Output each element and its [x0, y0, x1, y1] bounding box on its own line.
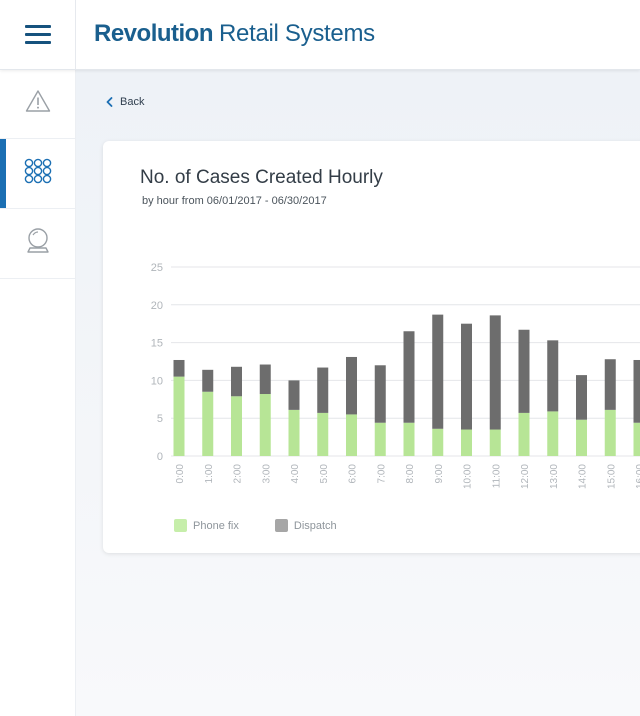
bar-dispatch	[633, 359, 640, 423]
brand-logo-rest: Retail Systems	[219, 20, 375, 47]
x-tick-label: 9:00	[434, 464, 445, 484]
x-tick-label: 15:00	[606, 464, 617, 489]
chevron-left-icon	[106, 97, 113, 107]
crystal-ball-icon	[25, 227, 51, 260]
x-tick-label: 11:00	[491, 464, 502, 489]
bar-dispatch	[317, 367, 329, 413]
y-tick-label: 15	[151, 338, 163, 350]
bar-phone-fix	[576, 419, 587, 456]
bar-phone-fix	[374, 422, 386, 456]
bar-dispatch	[547, 340, 559, 412]
bar-phone-fix	[317, 412, 329, 456]
bar-dispatch	[604, 359, 616, 410]
chart-legend: Phone fix Dispatch	[174, 519, 373, 532]
bar-dispatch	[576, 375, 587, 420]
legend-label: Dispatch	[293, 519, 337, 532]
brand-logo-strong: Revolution	[94, 20, 214, 47]
x-tick-label: 13:00	[549, 464, 560, 489]
hamburger-menu-icon-bar	[25, 41, 51, 44]
x-tick-label: 14:00	[578, 464, 589, 489]
y-tick-label: 20	[151, 300, 163, 312]
bar-phone-fix	[604, 409, 616, 456]
x-tick-label: 2:00	[233, 464, 244, 484]
x-tick-label: 8:00	[405, 464, 416, 484]
legend-label: Phone fix	[193, 519, 239, 532]
bar-dispatch	[231, 366, 242, 397]
x-tick-label: 7:00	[376, 464, 387, 484]
y-tick-label: 5	[157, 413, 163, 425]
main-content: Back No. of Cases Created Hourly by hour…	[76, 70, 640, 716]
back-label: Back	[120, 96, 145, 108]
hamburger-menu-icon-bar	[25, 33, 51, 36]
app-root: Revolution Retail Systems Back No. of Ca…	[0, 0, 640, 716]
hamburger-menu-icon	[25, 25, 51, 28]
x-tick-label: 12:00	[520, 464, 531, 489]
grid-icon	[23, 157, 53, 190]
bar-dispatch	[173, 359, 185, 377]
x-tick-label: 4:00	[290, 464, 301, 484]
bar-phone-fix	[202, 391, 214, 456]
bar-phone-fix	[518, 412, 530, 456]
brand-logo[interactable]: Revolution Retail Systems	[94, 20, 375, 52]
bar-phone-fix	[403, 422, 415, 456]
bar-dispatch	[403, 331, 415, 423]
hamburger-menu-button[interactable]	[0, 0, 76, 69]
bar-phone-fix	[346, 414, 357, 456]
bar-phone-fix	[231, 396, 242, 456]
y-tick-label: 10	[151, 375, 163, 387]
warning-icon	[25, 89, 51, 118]
bar-dispatch	[518, 329, 530, 413]
back-link[interactable]: Back	[106, 96, 144, 108]
x-tick-label: 0:00	[175, 464, 186, 484]
x-tick-label: 5:00	[319, 464, 330, 484]
bar-phone-fix	[173, 376, 185, 456]
bar-phone-fix	[547, 411, 559, 456]
sidebar-item-forecast[interactable]	[0, 209, 76, 279]
bar-dispatch	[288, 380, 300, 410]
bar-phone-fix	[432, 428, 444, 456]
x-tick-label: 6:00	[348, 464, 359, 484]
x-tick-label: 16:00	[635, 464, 640, 489]
bar-phone-fix	[489, 429, 501, 456]
bar-dispatch	[432, 314, 444, 429]
bar-phone-fix	[259, 394, 271, 456]
sidebar-item-alerts[interactable]	[0, 69, 76, 139]
x-tick-label: 3:00	[261, 464, 272, 484]
bar-phone-fix	[288, 409, 300, 456]
legend-item[interactable]: Phone fix	[174, 519, 239, 532]
legend-swatch	[274, 519, 288, 532]
bar-dispatch	[374, 365, 386, 423]
bar-phone-fix	[633, 422, 640, 456]
y-tick-label: 0	[157, 451, 163, 463]
bar-dispatch	[259, 364, 271, 395]
bar-dispatch	[202, 369, 214, 392]
bar-dispatch	[461, 323, 472, 430]
y-tick-label: 25	[151, 262, 163, 274]
x-tick-label: 10:00	[463, 464, 474, 489]
top-header: Revolution Retail Systems	[0, 0, 640, 70]
legend-swatch	[174, 519, 187, 532]
stacked-bar-chart: 0 5 10 15 20 25 0:00 1:00 2:00 3:00 4:00 5:00 6:00 7:…	[151, 262, 640, 489]
sidebar	[0, 69, 76, 716]
legend-item[interactable]: Dispatch	[274, 519, 337, 532]
bar-dispatch	[489, 315, 501, 430]
bar-phone-fix	[461, 429, 472, 456]
bar-dispatch	[346, 356, 357, 415]
chart-card: No. of Cases Created Hourly by hour from…	[103, 141, 640, 553]
sidebar-item-dashboard[interactable]	[0, 139, 76, 209]
x-tick-label: 1:00	[204, 464, 215, 484]
